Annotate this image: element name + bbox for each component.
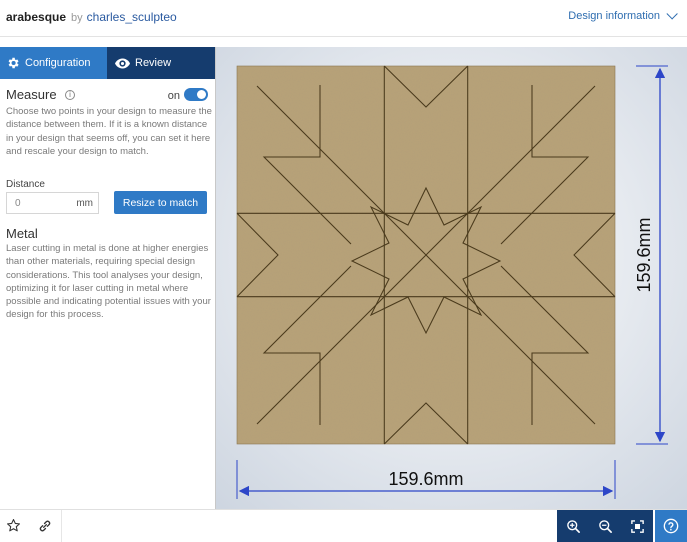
link-icon[interactable]: [37, 518, 53, 534]
measure-description: Choose two points in your design to meas…: [6, 106, 212, 157]
tab-configuration[interactable]: Configuration: [0, 47, 107, 79]
by-label: by: [71, 12, 83, 24]
help-icon: [663, 518, 679, 534]
design-canvas: 159.6mm 159.6mm: [216, 47, 687, 509]
header-bar: arabesque by charles_sculpteo Design infor…: [0, 0, 687, 37]
design-name: arabesque: [6, 10, 67, 24]
zoom-out-icon: [598, 519, 612, 533]
width-dimension-label: 159.6mm: [388, 469, 463, 489]
design-information-toggle[interactable]: Design information: [568, 8, 678, 22]
distance-value: 0: [15, 198, 21, 209]
metal-title: Metal: [6, 226, 38, 241]
height-dimension-label: 159.6mm: [634, 217, 654, 292]
distance-label: Distance: [6, 179, 45, 190]
toggle-state-label: on: [167, 90, 180, 102]
metal-description: Laser cutting in metal is done at higher…: [6, 243, 211, 321]
zoom-controls: [557, 510, 653, 542]
measure-title: Measure: [6, 87, 57, 102]
distance-input[interactable]: 0 mm: [6, 192, 99, 214]
gear-icon: [8, 57, 19, 69]
fit-screen-icon: [630, 519, 644, 533]
configuration-panel: Measure i on Choose two points in your d…: [0, 79, 215, 509]
resize-to-match-button[interactable]: Resize to match: [114, 191, 207, 214]
toolbar-divider: [61, 510, 62, 542]
zoom-in-icon: [566, 519, 580, 533]
help-button[interactable]: [655, 510, 687, 542]
author-link[interactable]: charles_sculpteo: [87, 10, 177, 24]
fit-screen-button[interactable]: [621, 510, 653, 542]
tab-review-label: Review: [135, 57, 172, 69]
measure-toggle[interactable]: [184, 88, 208, 101]
zoom-in-button[interactable]: [557, 510, 589, 542]
info-icon[interactable]: i: [65, 90, 75, 100]
chevron-down-icon: [666, 8, 678, 20]
star-icon[interactable]: [6, 518, 21, 533]
distance-unit: mm: [76, 198, 93, 209]
measure-header: Measure i on: [6, 87, 210, 103]
tab-configuration-label: Configuration: [25, 57, 91, 69]
design-title: arabesque by charles_sculpteo: [6, 10, 177, 24]
zoom-out-button[interactable]: [589, 510, 621, 542]
panel-tabs: Configuration Review: [0, 47, 215, 79]
eye-icon: [115, 58, 130, 68]
design-viewer[interactable]: 159.6mm 159.6mm: [215, 47, 687, 509]
bottom-toolbar: [0, 509, 687, 542]
design-information-label: Design information: [568, 10, 660, 22]
tab-review[interactable]: Review: [107, 47, 215, 79]
toggle-knob: [197, 90, 206, 99]
